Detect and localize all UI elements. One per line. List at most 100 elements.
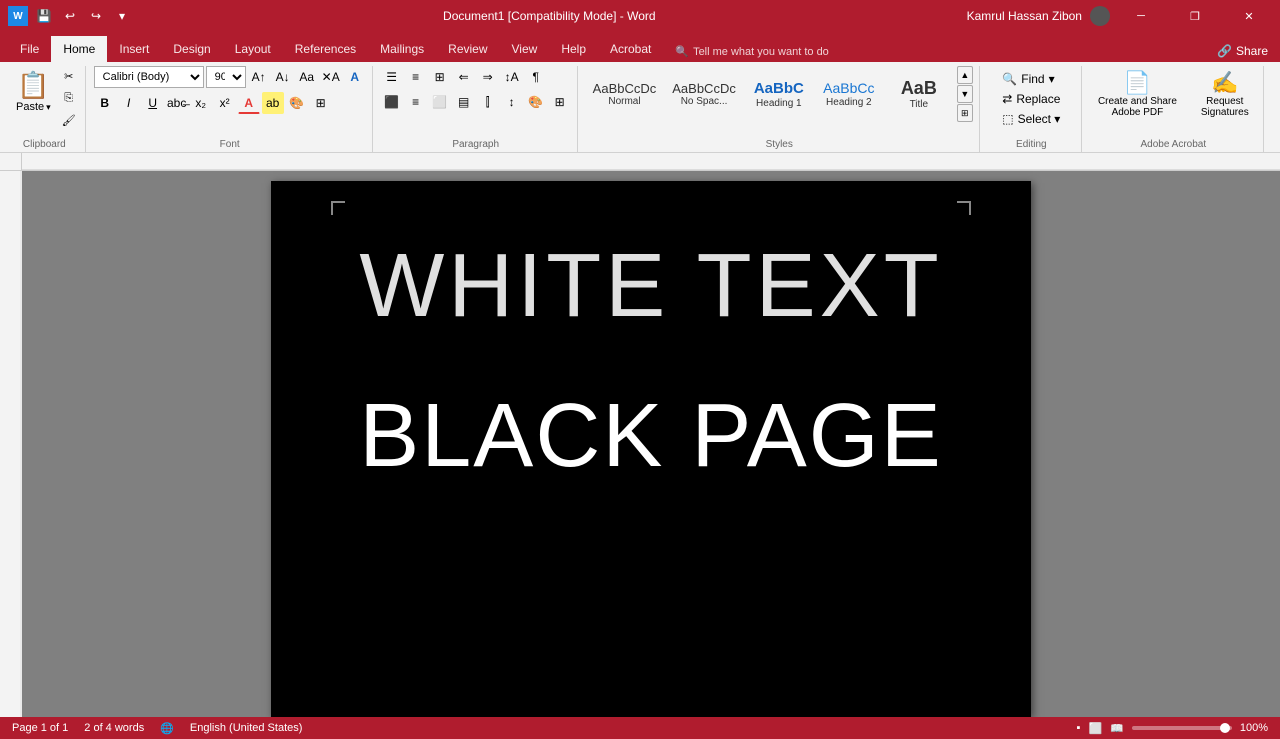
italic-btn[interactable]: I — [118, 92, 140, 114]
select-btn[interactable]: ⬚ Select ▾ — [998, 110, 1064, 128]
line-spacing-btn[interactable]: ↕ — [501, 91, 523, 113]
tab-help[interactable]: Help — [549, 36, 598, 62]
show-marks-btn[interactable]: ¶ — [525, 66, 547, 88]
style-gallery: AaBbCcDc Normal AaBbCcDc No Spac... AaBb… — [586, 66, 973, 122]
style-heading1[interactable]: AaBbC Heading 1 — [745, 77, 813, 112]
find-dropdown-icon: ▾ — [1049, 72, 1055, 86]
strikethrough-btn[interactable]: abc̶ — [166, 92, 188, 114]
minimize-btn[interactable]: ─ — [1118, 0, 1164, 32]
highlight-btn[interactable]: ab — [262, 92, 284, 114]
font-row1: Calibri (Body) 90 A↑ A↓ Aa ✕A A — [94, 66, 366, 88]
white-text-line: WHITE TEXT — [359, 241, 942, 331]
ribbon-content: 📋 Paste▾ ✂ ⎘ 🖌 Clipboard Calibri (Body) — [0, 62, 1280, 152]
redo-qat-btn[interactable]: ↪ — [86, 6, 106, 26]
subscript-btn[interactable]: x₂ — [190, 92, 212, 114]
replace-icon: ⇄ — [1002, 92, 1012, 106]
justify-btn[interactable]: ▤ — [453, 91, 475, 113]
document-page[interactable]: WHITE TEXT BLACK PAGE — [271, 181, 1031, 717]
find-btn[interactable]: 🔍 Find ▾ — [998, 70, 1058, 88]
tab-design[interactable]: Design — [161, 36, 222, 62]
request-signatures-btn[interactable]: ✍ RequestSignatures — [1193, 66, 1257, 122]
font-label: Font — [220, 139, 240, 150]
columns-btn[interactable]: ⫿ — [477, 91, 499, 113]
find-label: Find — [1021, 72, 1044, 86]
increase-font-btn[interactable]: A↑ — [248, 66, 270, 88]
qat-dropdown-btn[interactable]: ▾ — [112, 6, 132, 26]
cut-btn[interactable]: ✂ — [59, 66, 79, 86]
document-area: WHITE TEXT BLACK PAGE — [22, 171, 1280, 717]
text-color-btn[interactable]: A — [238, 92, 260, 114]
close-btn[interactable]: ✕ — [1226, 0, 1272, 32]
font-name-select[interactable]: Calibri (Body) — [94, 66, 204, 88]
tab-layout[interactable]: Layout — [223, 36, 283, 62]
tab-file[interactable]: File — [8, 36, 51, 62]
tab-mailings[interactable]: Mailings — [368, 36, 436, 62]
editing-label: Editing — [1016, 139, 1047, 150]
superscript-btn[interactable]: x² — [214, 92, 236, 114]
style-title[interactable]: AaB Title — [885, 75, 953, 114]
style-scroll-down[interactable]: ▼ — [957, 85, 973, 103]
style-no-space-preview: AaBbCcDc — [672, 81, 736, 97]
word-count: 2 of 4 words — [84, 722, 144, 735]
main-area: WHITE TEXT BLACK PAGE — [0, 171, 1280, 717]
styles-label: Styles — [766, 139, 793, 150]
tab-review[interactable]: Review — [436, 36, 499, 62]
bold-btn[interactable]: B — [94, 92, 116, 114]
borders-btn[interactable]: ⊞ — [310, 92, 332, 114]
view-read-btn[interactable]: 📖 — [1110, 722, 1124, 735]
style-more-btn[interactable]: ⊞ — [957, 104, 973, 122]
paragraph-label: Paragraph — [452, 139, 499, 150]
style-scroll-up[interactable]: ▲ — [957, 66, 973, 84]
tab-home[interactable]: Home — [51, 36, 107, 62]
paste-btn[interactable]: 📋 Paste▾ — [10, 66, 57, 117]
select-icon: ⬚ — [1002, 112, 1013, 126]
zoom-slider[interactable] — [1132, 726, 1232, 730]
view-web-btn[interactable]: ⬜ — [1088, 722, 1102, 735]
align-center-btn[interactable]: ≡ — [405, 91, 427, 113]
format-painter-btn[interactable]: 🖌 — [59, 110, 79, 130]
share-btn[interactable]: 🔗 Share — [1205, 44, 1280, 62]
underline-btn[interactable]: U — [142, 92, 164, 114]
style-heading2[interactable]: AaBbCc Heading 2 — [815, 77, 883, 111]
ruler-horizontal — [22, 153, 1280, 170]
decrease-indent-btn[interactable]: ⇐ — [453, 66, 475, 88]
vertical-ruler — [0, 171, 22, 717]
decrease-font-btn[interactable]: A↓ — [272, 66, 294, 88]
style-no-space-label: No Spac... — [681, 96, 728, 107]
page-info: Page 1 of 1 — [12, 722, 68, 735]
text-effects-btn[interactable]: A — [344, 66, 366, 88]
undo-qat-btn[interactable]: ↩ — [60, 6, 80, 26]
align-left-btn[interactable]: ⬛ — [381, 91, 403, 113]
style-no-space[interactable]: AaBbCcDc No Spac... — [665, 78, 743, 111]
copy-btn[interactable]: ⎘ — [59, 88, 79, 108]
increase-indent-btn[interactable]: ⇒ — [477, 66, 499, 88]
ruler-svg — [22, 153, 1280, 170]
clear-format-btn[interactable]: ✕A — [320, 66, 342, 88]
bullets-btn[interactable]: ☰ — [381, 66, 403, 88]
save-qat-btn[interactable]: 💾 — [34, 6, 54, 26]
view-normal-btn[interactable]: ▪ — [1077, 722, 1081, 734]
style-normal[interactable]: AaBbCcDc Normal — [586, 78, 664, 111]
borders2-btn[interactable]: ⊞ — [549, 91, 571, 113]
user-avatar[interactable] — [1090, 6, 1110, 26]
numbering-btn[interactable]: ≡ — [405, 66, 427, 88]
replace-btn[interactable]: ⇄ Replace — [998, 90, 1064, 108]
create-pdf-btn[interactable]: 📄 Create and ShareAdobe PDF — [1090, 66, 1185, 122]
styles-group: AaBbCcDc Normal AaBbCcDc No Spac... AaBb… — [580, 66, 980, 152]
font-group: Calibri (Body) 90 A↑ A↓ Aa ✕A A B I U ab… — [88, 66, 373, 152]
tab-acrobat[interactable]: Acrobat — [598, 36, 663, 62]
tab-insert[interactable]: Insert — [107, 36, 161, 62]
multilevel-btn[interactable]: ⊞ — [429, 66, 451, 88]
request-signatures-icon: ✍ — [1211, 70, 1238, 96]
align-right-btn[interactable]: ⬜ — [429, 91, 451, 113]
search-box[interactable]: 🔍 Tell me what you want to do — [663, 45, 1205, 62]
shading2-btn[interactable]: 🎨 — [525, 91, 547, 113]
tab-references[interactable]: References — [283, 36, 368, 62]
change-case-btn[interactable]: Aa — [296, 66, 318, 88]
sort-btn[interactable]: ↕A — [501, 66, 523, 88]
restore-btn[interactable]: ❐ — [1172, 0, 1218, 32]
font-size-select[interactable]: 90 — [206, 66, 246, 88]
tab-view[interactable]: View — [500, 36, 550, 62]
paragraph-group: ☰ ≡ ⊞ ⇐ ⇒ ↕A ¶ ⬛ ≡ ⬜ ▤ ⫿ ↕ 🎨 ⊞ — [375, 66, 578, 152]
shading-btn[interactable]: 🎨 — [286, 92, 308, 114]
